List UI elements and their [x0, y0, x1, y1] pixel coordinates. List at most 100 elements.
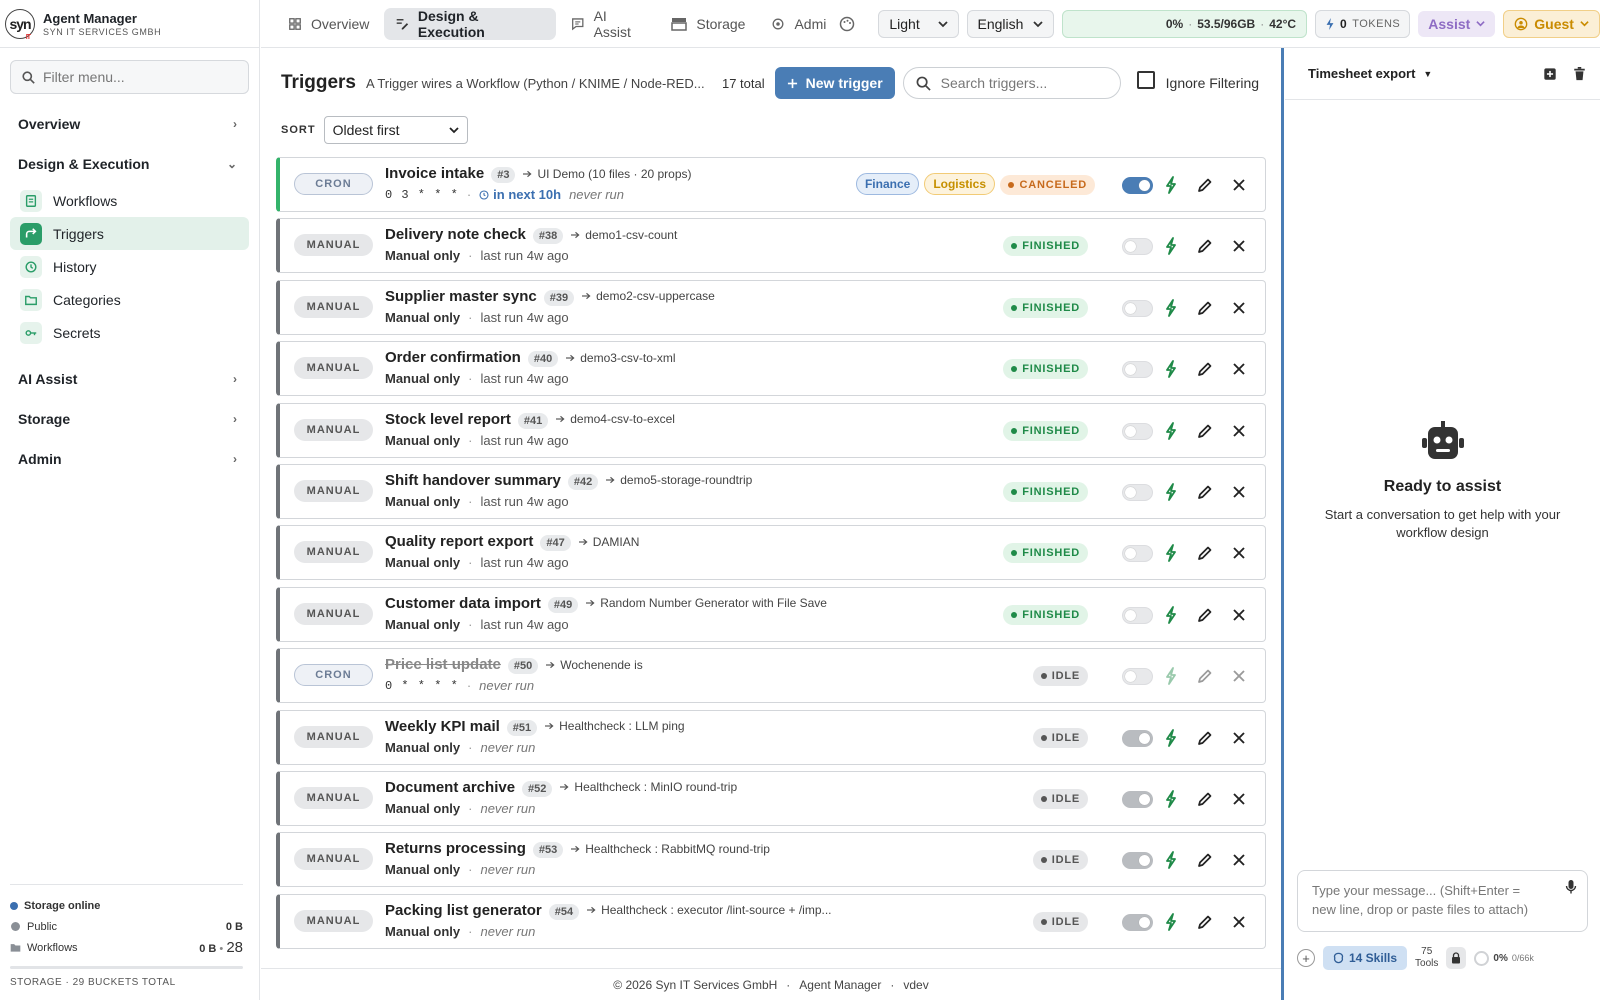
run-bolt-icon[interactable]	[1161, 912, 1181, 932]
trigger-name[interactable]: Weekly KPI mail	[385, 718, 500, 735]
tab-overview[interactable]: Overview	[277, 8, 380, 40]
nav-group-design-execution[interactable]: Design & Execution ⌄	[0, 144, 259, 184]
language-select[interactable]: English	[966, 9, 1055, 38]
edit-pencil-icon[interactable]	[1195, 175, 1215, 195]
run-bolt-icon[interactable]	[1161, 666, 1181, 686]
enable-toggle[interactable]	[1122, 177, 1153, 194]
trigger-target[interactable]: Healthcheck : MinIO round-trip	[560, 780, 737, 794]
system-health-indicator[interactable]: 0% · 53.5/96GB · 42°C	[1062, 9, 1308, 38]
user-menu-button[interactable]: Guest	[1503, 9, 1600, 38]
trigger-name[interactable]: Returns processing	[385, 840, 526, 857]
trigger-target[interactable]: demo1-csv-count	[571, 228, 677, 242]
trigger-row[interactable]: MANUAL Customer data import #49 Random Numb…	[276, 586, 1266, 642]
delete-close-icon[interactable]	[1229, 605, 1249, 625]
trigger-target[interactable]: demo3-csv-to-xml	[566, 351, 676, 365]
edit-pencil-icon[interactable]	[1195, 605, 1215, 625]
new-chat-icon[interactable]	[1543, 67, 1557, 81]
edit-pencil-icon[interactable]	[1195, 789, 1215, 809]
edit-pencil-icon[interactable]	[1195, 850, 1215, 870]
trigger-name[interactable]: Supplier master sync	[385, 288, 537, 305]
chevron-down-icon[interactable]: ▼	[1423, 69, 1432, 79]
filter-menu-input[interactable]: Filter menu...	[10, 60, 249, 94]
new-trigger-button[interactable]: New trigger	[774, 67, 895, 99]
palette-icon[interactable]	[839, 16, 855, 32]
run-bolt-icon[interactable]	[1161, 175, 1181, 195]
sidebar-item-categories[interactable]: Categories	[10, 283, 249, 316]
sidebar-item-secrets[interactable]: Secrets	[10, 316, 249, 349]
storage-bucket-public[interactable]: Public 0 B	[10, 916, 243, 937]
trigger-row[interactable]: MANUAL Returns processing #53 Healthcheck :…	[276, 832, 1266, 888]
delete-close-icon[interactable]	[1229, 912, 1249, 932]
run-bolt-icon[interactable]	[1161, 543, 1181, 563]
delete-close-icon[interactable]	[1229, 850, 1249, 870]
trigger-name[interactable]: Stock level report	[385, 411, 511, 428]
theme-select[interactable]: Light	[878, 9, 959, 38]
tools-counter[interactable]: 75 Tools	[1415, 946, 1438, 970]
edit-pencil-icon[interactable]	[1195, 728, 1215, 748]
category-tag[interactable]: Finance	[855, 173, 920, 195]
delete-close-icon[interactable]	[1229, 543, 1249, 563]
run-bolt-icon[interactable]	[1161, 359, 1181, 379]
trigger-name[interactable]: Order confirmation	[385, 349, 521, 366]
delete-close-icon[interactable]	[1229, 789, 1249, 809]
enable-toggle[interactable]	[1122, 299, 1153, 317]
edit-pencil-icon[interactable]	[1195, 421, 1215, 441]
enable-toggle[interactable]	[1122, 729, 1153, 747]
tab-admin[interactable]: Admi	[760, 8, 866, 40]
trash-icon[interactable]	[1573, 66, 1586, 81]
trigger-row[interactable]: MANUAL Order confirmation #40 demo3-csv-to-…	[276, 341, 1266, 397]
enable-toggle[interactable]	[1122, 545, 1153, 563]
trigger-row[interactable]: CRON Invoice intake #3 UI Demo (10 files · …	[276, 157, 1266, 212]
sidebar-item-history[interactable]: History	[10, 250, 249, 283]
trigger-row[interactable]: MANUAL Supplier master sync #39 demo2-csv-u…	[276, 279, 1266, 335]
edit-pencil-icon[interactable]	[1195, 482, 1215, 502]
search-triggers-input[interactable]: Search triggers...	[902, 67, 1121, 99]
trigger-target[interactable]: Healthcheck : RabbitMQ round-trip	[571, 842, 770, 856]
lock-button[interactable]	[1446, 947, 1467, 969]
edit-pencil-icon[interactable]	[1195, 359, 1215, 379]
trigger-target[interactable]: demo2-csv-uppercase	[582, 289, 715, 303]
sort-select[interactable]: Oldest first	[323, 116, 468, 144]
panel-resize-handle[interactable]	[1281, 48, 1284, 1000]
conversation-title[interactable]: Timesheet export	[1308, 66, 1415, 81]
run-bolt-icon[interactable]	[1161, 482, 1181, 502]
trigger-row[interactable]: MANUAL Stock level report #41 demo4-csv-to-…	[276, 402, 1266, 458]
trigger-target[interactable]: demo5-storage-roundtrip	[606, 473, 752, 487]
enable-toggle[interactable]	[1122, 852, 1153, 870]
enable-toggle[interactable]	[1122, 361, 1153, 379]
sidebar-item-workflows[interactable]: Workflows	[10, 184, 249, 217]
trigger-name[interactable]: Document archive	[385, 779, 515, 796]
run-bolt-icon[interactable]	[1161, 789, 1181, 809]
brand[interactable]: syn IT Agent Manager SYN IT SERVICES GMBH	[0, 0, 259, 48]
trigger-row[interactable]: MANUAL Weekly KPI mail #51 Healthcheck : LL…	[276, 709, 1266, 765]
trigger-row[interactable]: CRON Price list update #50 Wochenende is 0 *…	[276, 648, 1266, 704]
add-attachment-button[interactable]: +	[1297, 949, 1315, 967]
delete-close-icon[interactable]	[1229, 421, 1249, 441]
nav-group-ai-assist[interactable]: AI Assist ›	[0, 359, 259, 399]
edit-pencil-icon[interactable]	[1195, 912, 1215, 932]
nav-group-overview[interactable]: Overview ›	[0, 104, 259, 144]
delete-close-icon[interactable]	[1229, 175, 1249, 195]
trigger-target[interactable]: Healthcheck : executor /lint-source + /i…	[587, 903, 832, 917]
trigger-name[interactable]: Customer data import	[385, 595, 541, 612]
sidebar-item-triggers[interactable]: Triggers	[10, 217, 249, 250]
tab-storage[interactable]: Storage	[660, 8, 756, 40]
microphone-icon[interactable]	[1565, 879, 1577, 895]
trigger-target[interactable]: Wochenende is	[546, 658, 643, 672]
trigger-name[interactable]: Shift handover summary	[385, 472, 561, 489]
enable-toggle[interactable]	[1122, 913, 1153, 931]
ignore-filtering-toggle[interactable]: Ignore Filtering	[1136, 71, 1259, 91]
message-input[interactable]: Type your message... (Shift+Enter = new …	[1297, 870, 1588, 932]
edit-pencil-icon[interactable]	[1195, 666, 1215, 686]
tab-ai-assist[interactable]: AI Assist	[560, 8, 656, 40]
nav-group-storage[interactable]: Storage ›	[0, 399, 259, 439]
nav-group-admin[interactable]: Admin ›	[0, 439, 259, 479]
trigger-row[interactable]: MANUAL Shift handover summary #42 demo5-sto…	[276, 463, 1266, 519]
trigger-name[interactable]: Price list update	[385, 656, 501, 673]
trigger-target[interactable]: demo4-csv-to-excel	[556, 412, 675, 426]
assist-button[interactable]: Assist	[1418, 10, 1496, 37]
trigger-name[interactable]: Packing list generator	[385, 902, 542, 919]
trigger-name[interactable]: Delivery note check	[385, 226, 526, 243]
run-bolt-icon[interactable]	[1161, 421, 1181, 441]
delete-close-icon[interactable]	[1229, 482, 1249, 502]
